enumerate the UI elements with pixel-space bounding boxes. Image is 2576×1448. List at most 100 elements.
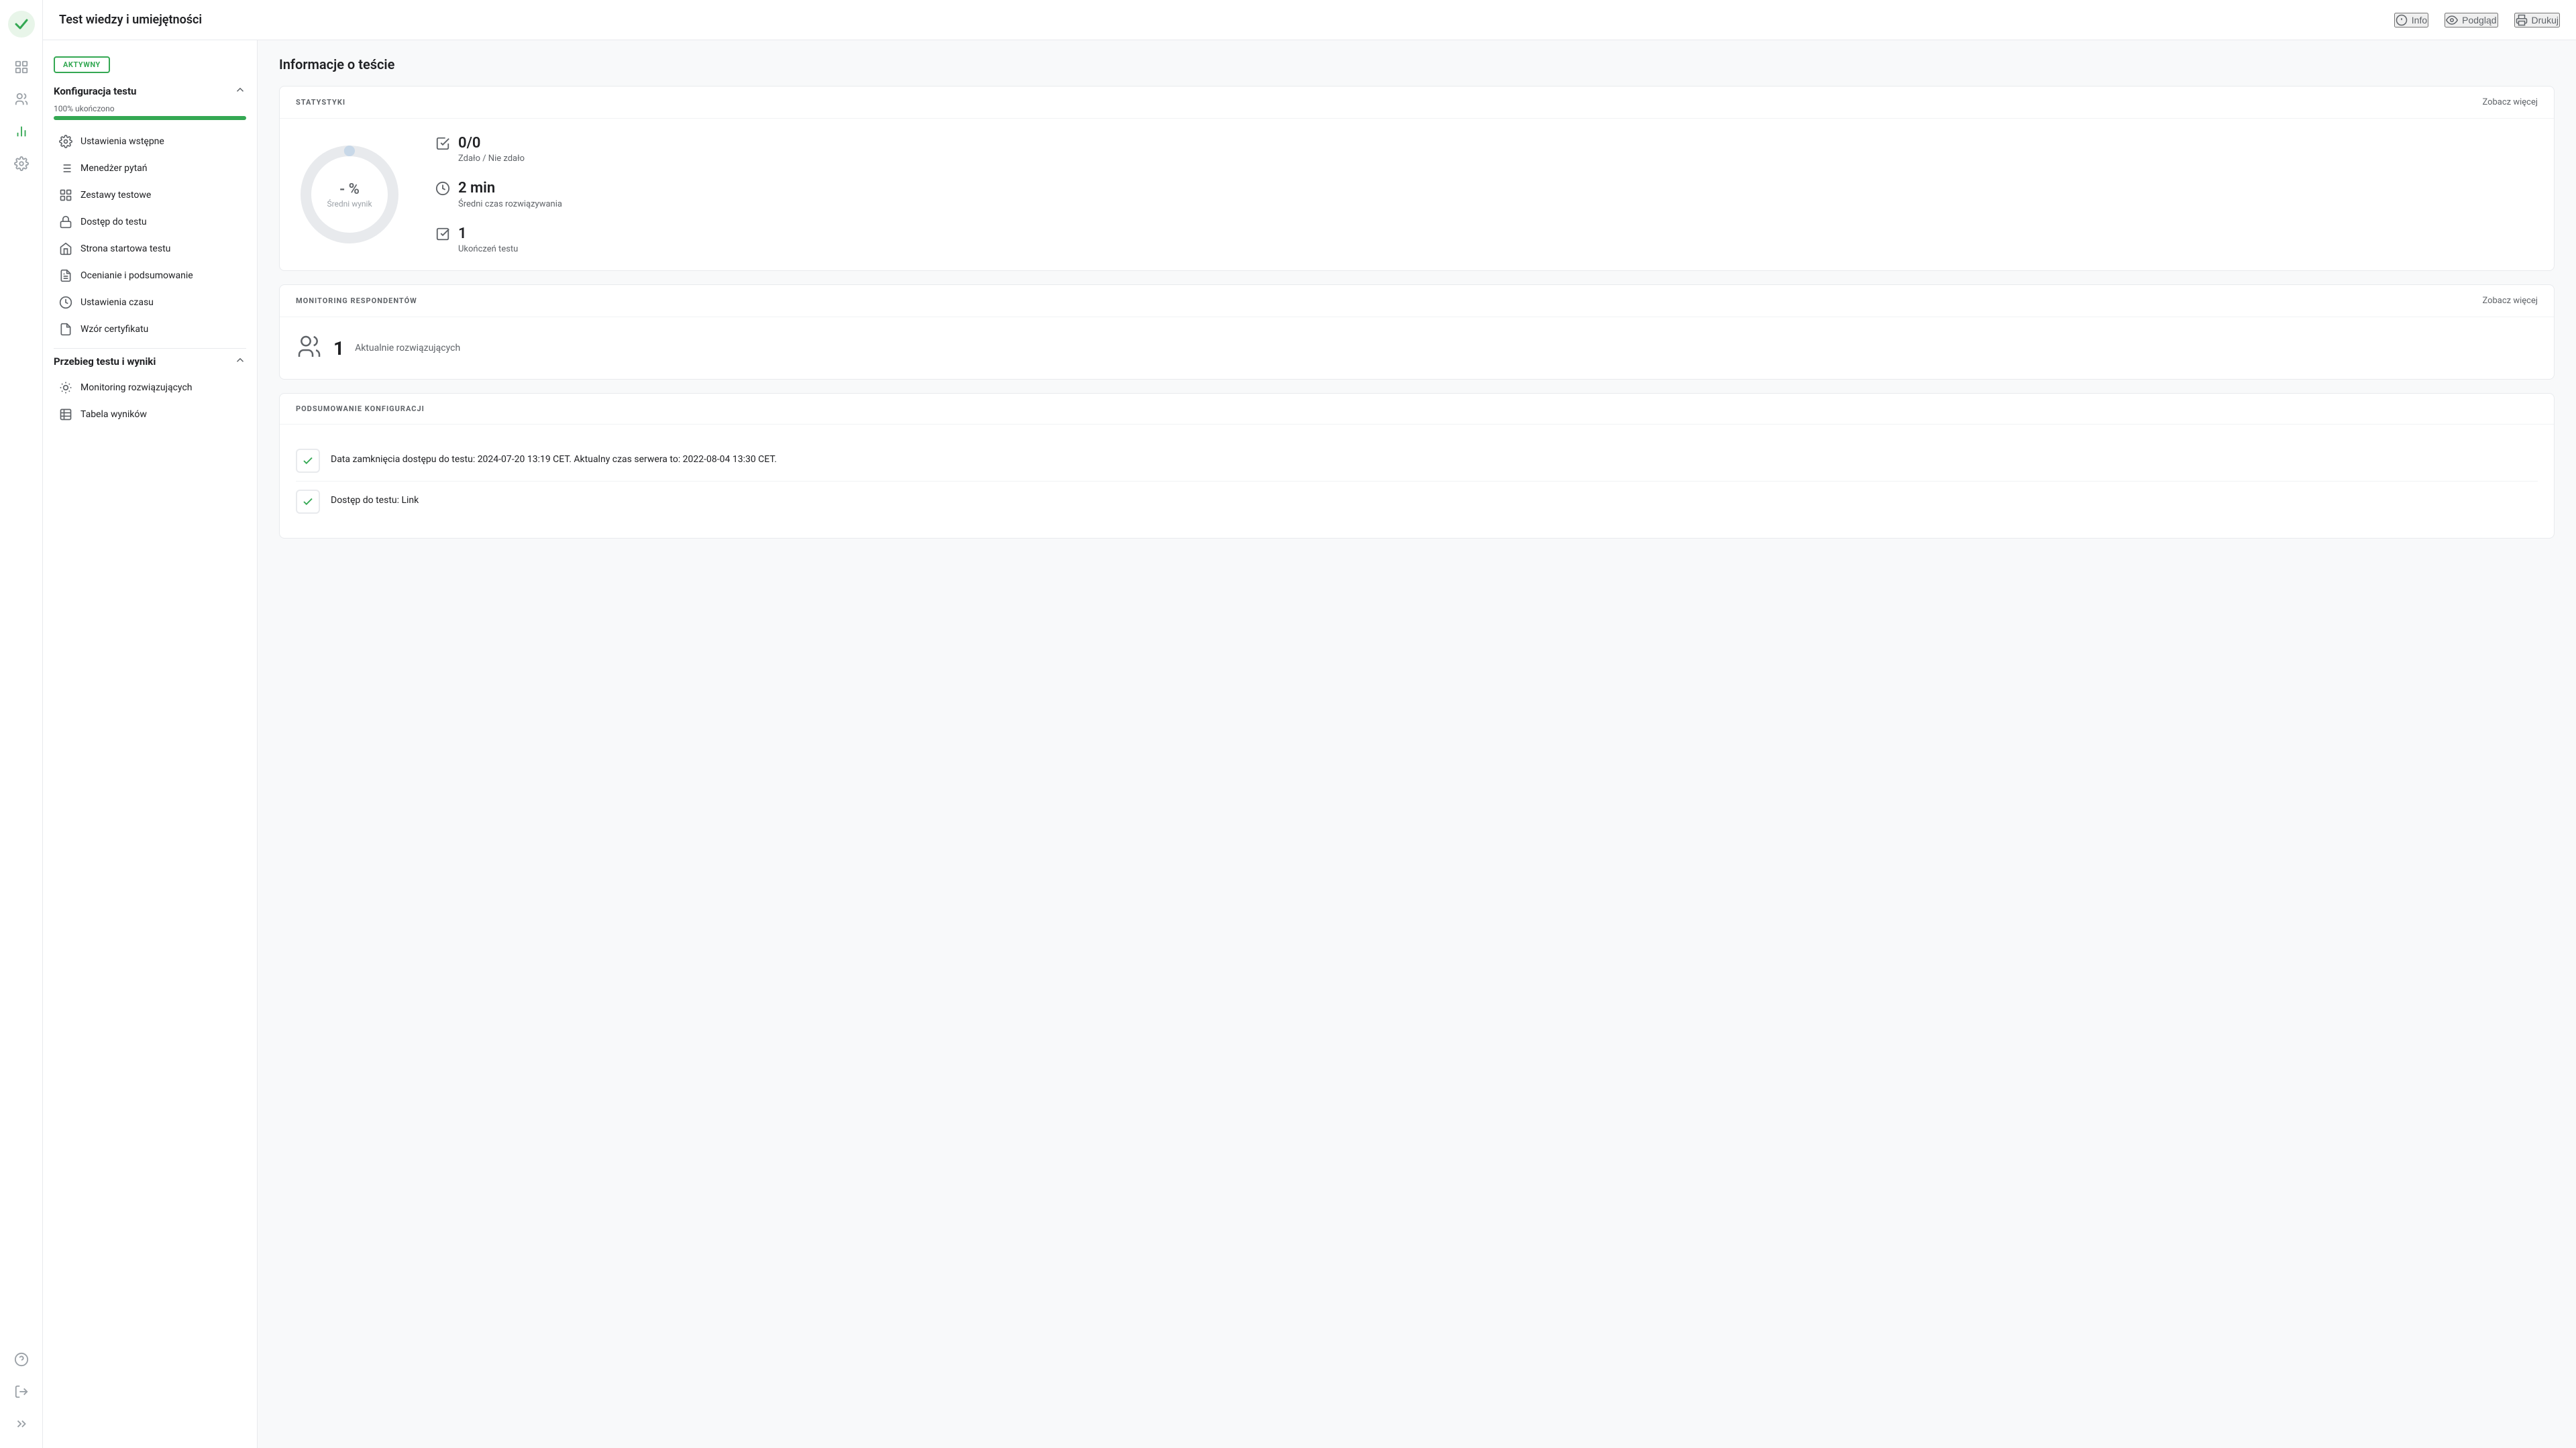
sidebar-item-settings[interactable]: Ustawienia wstępne — [54, 128, 246, 155]
sets-label: Zestawy testowe — [80, 190, 151, 201]
certificate-icon — [59, 323, 72, 336]
nav-grid-icon[interactable] — [8, 54, 35, 80]
questions-label: Menedżer pytań — [80, 163, 148, 174]
config-text-0: Data zamknięcia dostępu do testu: 2024-0… — [331, 449, 777, 467]
config-summary-header: PODSUMOWANIE KONFIGURACJI — [280, 394, 2554, 425]
results-section-title: Przebieg testu i wyniki — [54, 355, 156, 368]
stat-time-value: 2 min — [458, 180, 562, 197]
info-button[interactable]: Info — [2394, 13, 2428, 27]
nav-settings-icon[interactable] — [8, 150, 35, 177]
stats-content: - % Średni wynik — [296, 135, 2538, 254]
nav-users-icon[interactable] — [8, 86, 35, 113]
time-icon — [59, 296, 72, 309]
statistics-see-more[interactable]: Zobacz więcej — [2482, 97, 2538, 107]
app-logo[interactable] — [8, 11, 35, 38]
settings-label: Ustawienia wstępne — [80, 136, 164, 147]
results-section: Przebieg testu i wyniki Monitoring rozwi… — [43, 354, 257, 428]
donut-chart: - % Średni wynik — [296, 141, 403, 248]
sidebar-item-monitoring[interactable]: Monitoring rozwiązujących — [54, 374, 246, 401]
config-item-1: Dostęp do testu: Link — [296, 482, 2538, 522]
monitoring-body: 1 Aktualnie rozwiązujących — [280, 317, 2554, 379]
settings-icon — [59, 135, 72, 148]
sets-icon — [59, 188, 72, 202]
questions-icon — [59, 162, 72, 175]
results-table-label: Tabela wyników — [80, 409, 147, 420]
access-label: Dostęp do testu — [80, 217, 147, 227]
printer-icon — [2516, 14, 2528, 26]
users-icon — [296, 333, 323, 360]
checkmark-icon-0 — [302, 455, 314, 467]
results-table-icon — [59, 408, 72, 421]
preview-button[interactable]: Podgląd — [2445, 13, 2498, 27]
status-badge: AKTYWNY — [54, 56, 110, 73]
stat-time: 2 min Średni czas rozwiązywania — [435, 180, 562, 209]
main-content: Informacje o teście STATYSTYKI Zobacz wi… — [258, 40, 2576, 1448]
sidebar-item-certificate[interactable]: Wzór certyfikatu — [54, 316, 246, 343]
checkbox-icon — [435, 227, 450, 241]
config-check-0 — [296, 449, 320, 473]
statistics-header: STATYSTYKI Zobacz więcej — [280, 87, 2554, 119]
monitoring-see-more[interactable]: Zobacz więcej — [2482, 296, 2538, 306]
nav-bar — [0, 0, 43, 1448]
sidebar-item-questions[interactable]: Menedżer pytań — [54, 155, 246, 182]
info-icon — [2396, 14, 2408, 26]
monitoring-content: 1 Aktualnie rozwiązujących — [296, 333, 2538, 363]
stat-time-sub: Średni czas rozwiązywania — [458, 199, 562, 209]
monitoring-count: 1 — [333, 337, 344, 359]
sidebar-item-sets[interactable]: Zestawy testowe — [54, 182, 246, 209]
grading-icon — [59, 269, 72, 282]
progress-label: 100% ukończono — [54, 104, 246, 113]
config-section: Konfiguracja testu 100% ukończono — [43, 84, 257, 343]
config-text-1: Dostęp do testu: Link — [331, 490, 419, 508]
startpage-label: Strona startowa testu — [80, 243, 170, 254]
donut-percent: - % — [339, 181, 360, 198]
results-section-toggle[interactable] — [234, 354, 246, 369]
nav-help-icon[interactable] — [8, 1346, 35, 1373]
sidebar-divider — [54, 348, 246, 349]
content-page-title: Informacje o teście — [279, 56, 2555, 72]
config-summary-title: PODSUMOWANIE KONFIGURACJI — [296, 404, 425, 413]
page-title: Test wiedzy i umiejętności — [59, 13, 2394, 27]
monitoring-label: Monitoring rozwiązujących — [80, 382, 192, 393]
certificate-label: Wzór certyfikatu — [80, 324, 148, 335]
sidebar-item-time[interactable]: Ustawienia czasu — [54, 289, 246, 316]
sidebar-item-results-table[interactable]: Tabela wyników — [54, 401, 246, 428]
check-square-icon — [435, 136, 450, 151]
nav-expand-icon[interactable] — [8, 1410, 35, 1437]
monitoring-card: MONITORING RESPONDENTÓW Zobacz więcej — [279, 284, 2555, 380]
sidebar-item-startpage[interactable]: Strona startowa testu — [54, 235, 246, 262]
progress-wrapper: 100% ukończono — [54, 104, 246, 120]
donut-label: Średni wynik — [327, 199, 372, 209]
monitoring-label-text: Aktualnie rozwiązujących — [355, 343, 460, 353]
monitoring-header: MONITORING RESPONDENTÓW Zobacz więcej — [280, 285, 2554, 317]
startpage-icon — [59, 242, 72, 256]
time-label: Ustawienia czasu — [80, 297, 154, 308]
checkmark-icon-1 — [302, 496, 314, 508]
progress-bar-bg — [54, 116, 246, 120]
stats-metrics: 0/0 Zdało / Nie zdało — [435, 135, 562, 254]
top-header: Test wiedzy i umiejętności Info Podgląd — [43, 0, 2576, 40]
config-summary-body: Data zamknięcia dostępu do testu: 2024-0… — [280, 425, 2554, 538]
statistics-body: - % Średni wynik — [280, 119, 2554, 270]
sidebar-item-access[interactable]: Dostęp do testu — [54, 209, 246, 235]
access-icon — [59, 215, 72, 229]
nav-chart-icon[interactable] — [8, 118, 35, 145]
config-summary-card: PODSUMOWANIE KONFIGURACJI Data zamknięci… — [279, 393, 2555, 539]
sidebar: AKTYWNY Konfiguracja testu 100% ukończon… — [43, 40, 258, 1448]
statistics-card: STATYSTYKI Zobacz więcej - % — [279, 86, 2555, 271]
sidebar-item-grading[interactable]: Ocenianie i podsumowanie — [54, 262, 246, 289]
stat-pass-fail-value: 0/0 — [458, 135, 525, 152]
config-check-1 — [296, 490, 320, 514]
stat-completions-value: 1 — [458, 225, 518, 243]
monitoring-icon — [59, 381, 72, 394]
nav-logout-icon[interactable] — [8, 1378, 35, 1405]
print-button[interactable]: Drukuj — [2514, 13, 2560, 27]
preview-icon — [2446, 14, 2458, 26]
config-section-toggle[interactable] — [234, 84, 246, 99]
statistics-title: STATYSTYKI — [296, 98, 345, 107]
config-item-0: Data zamknięcia dostępu do testu: 2024-0… — [296, 441, 2538, 482]
monitoring-section-title: MONITORING RESPONDENTÓW — [296, 296, 417, 305]
stat-pass-fail: 0/0 Zdało / Nie zdało — [435, 135, 562, 164]
stat-completions-sub: Ukończeń testu — [458, 244, 518, 254]
progress-bar-fill — [54, 116, 246, 120]
